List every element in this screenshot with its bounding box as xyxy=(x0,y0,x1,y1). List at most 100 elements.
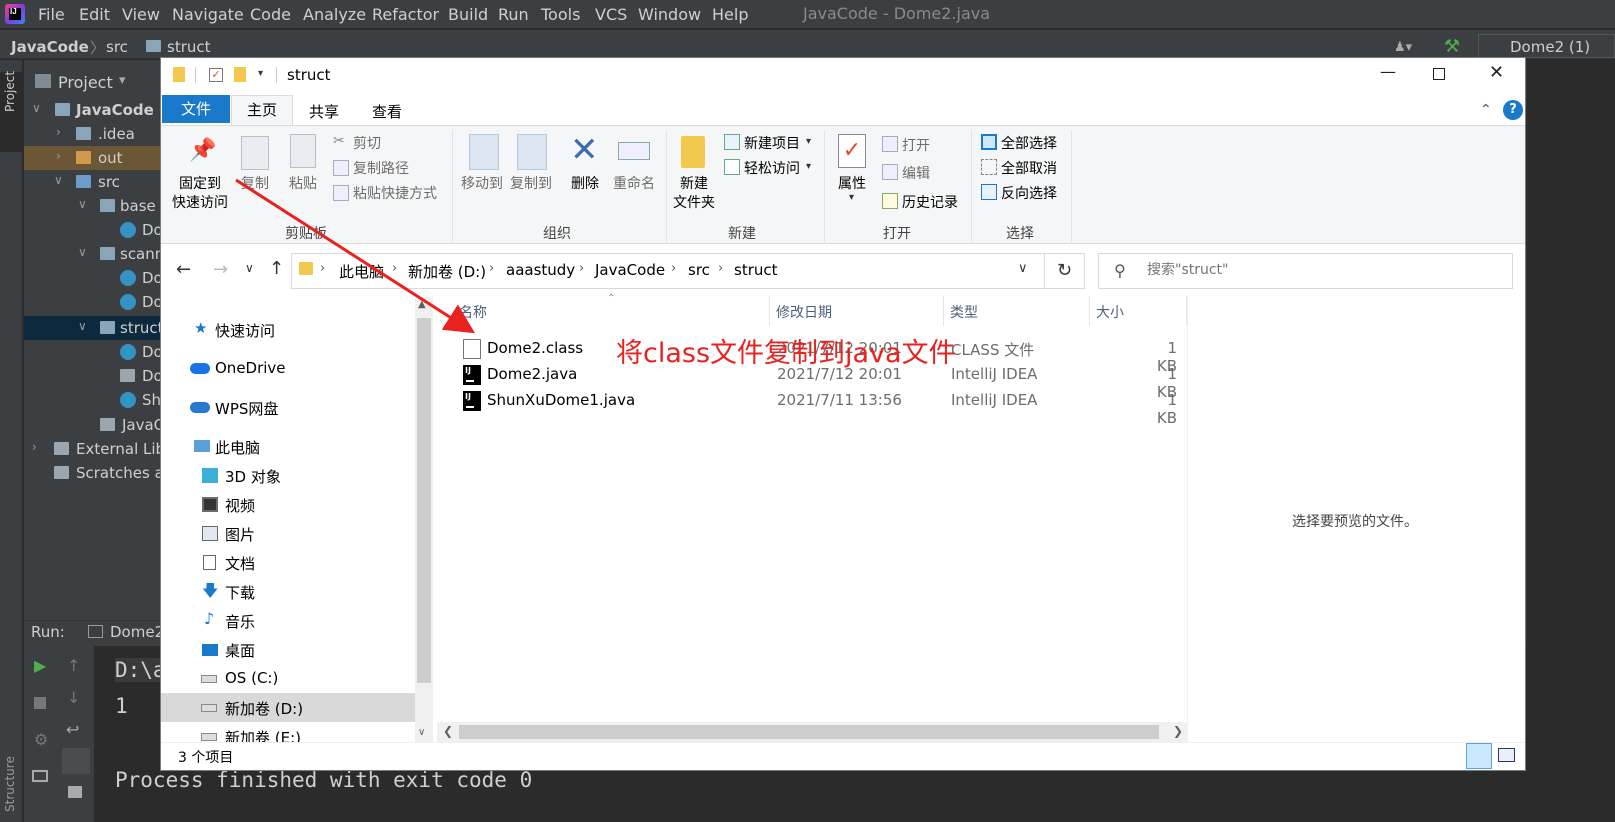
nav-drive-e[interactable]: 新加卷 (E:) xyxy=(161,722,415,742)
back-arrow-icon[interactable]: ← xyxy=(176,259,191,280)
nav-this-pc[interactable]: 此电脑 xyxy=(161,432,415,461)
nav-pictures[interactable]: 图片 xyxy=(161,519,415,548)
menu-code[interactable]: Code xyxy=(250,5,291,24)
tree-item-struct-class-1[interactable]: Do xyxy=(24,340,164,364)
nav-music[interactable]: ♪ 音乐 xyxy=(161,606,415,635)
menu-build[interactable]: Build xyxy=(448,5,488,24)
nav-documents[interactable]: 文档 xyxy=(161,548,415,577)
scroll-to-end-icon[interactable] xyxy=(62,748,90,774)
scroll-left-icon[interactable]: ❮ xyxy=(443,724,453,738)
tree-item-external-libraries[interactable]: › External Libr xyxy=(24,437,164,461)
copy-path-button[interactable]: 复制路径 xyxy=(353,158,409,178)
build-hammer-icon[interactable]: ⚒ xyxy=(1444,36,1460,57)
close-icon[interactable]: ✕ xyxy=(1489,62,1504,83)
breadcrumb-separator[interactable]: › xyxy=(579,261,584,276)
layout-icon[interactable] xyxy=(32,770,48,782)
chevron-down-icon[interactable]: ▾ xyxy=(806,136,811,147)
crumb-struct[interactable]: struct xyxy=(734,261,778,279)
tab-share[interactable]: 共享 xyxy=(309,101,339,122)
details-view-icon[interactable] xyxy=(1466,743,1492,769)
tree-item-struct-class-3[interactable]: Sh xyxy=(24,388,164,412)
tree-item-scanner-class-1[interactable]: Do xyxy=(24,266,164,290)
file-row[interactable]: IJ ShunXuDome1.java 2021/7/11 13:56 Inte… xyxy=(455,388,1185,427)
menu-window[interactable]: Window xyxy=(638,5,701,24)
menu-navigate[interactable]: Navigate xyxy=(172,5,244,24)
minimize-icon[interactable]: — xyxy=(1380,62,1396,81)
nav-wps-drive[interactable]: WPS网盘 xyxy=(161,393,415,422)
crumb-this-pc[interactable]: 此电脑 xyxy=(339,261,384,282)
tree-item-idea[interactable]: › .idea xyxy=(24,122,164,146)
tree-item-base-class[interactable]: Do xyxy=(24,218,164,242)
menu-tools[interactable]: Tools xyxy=(541,5,580,24)
chevron-down-icon[interactable]: ▾ xyxy=(806,161,811,172)
project-panel-title[interactable]: Project xyxy=(58,73,113,92)
select-none-button[interactable]: 全部取消 xyxy=(1001,158,1057,178)
menu-help[interactable]: Help xyxy=(712,5,748,24)
maximize-icon[interactable] xyxy=(1433,68,1445,80)
column-header-name[interactable]: 名称 xyxy=(459,302,487,322)
scroll-up-icon[interactable]: ▲ xyxy=(418,299,426,310)
copy-button[interactable]: 复制 xyxy=(237,175,273,194)
breadcrumb-struct[interactable]: struct xyxy=(167,38,211,56)
nav-3d-objects[interactable]: 3D 对象 xyxy=(161,461,415,490)
horizontal-scroll-thumb[interactable] xyxy=(459,725,1159,739)
search-input[interactable] xyxy=(1147,255,1507,285)
menu-vcs[interactable]: VCS xyxy=(595,5,627,24)
new-item-button[interactable]: 新建项目 xyxy=(744,133,800,153)
nav-desktop[interactable]: 桌面 xyxy=(161,635,415,664)
arrow-up-icon[interactable]: ↑ xyxy=(67,656,80,675)
select-all-button[interactable]: 全部选择 xyxy=(1001,133,1057,153)
customize-toolbar-icon[interactable]: ▾ xyxy=(258,68,263,79)
easy-access-button[interactable]: 轻松访问 xyxy=(744,158,800,178)
tab-file[interactable]: 文件 xyxy=(162,95,230,123)
new-folder-button[interactable]: 新建 文件夹 xyxy=(669,175,719,213)
tab-home[interactable]: 主页 xyxy=(231,95,293,126)
print-icon[interactable] xyxy=(68,786,82,798)
nav-downloads[interactable]: 🡇 下载 xyxy=(161,577,415,606)
arrow-down-icon[interactable]: ↓ xyxy=(67,688,80,707)
settings-icon[interactable]: ⚙ xyxy=(34,730,48,749)
invert-selection-button[interactable]: 反向选择 xyxy=(1001,183,1057,203)
breadcrumb-project[interactable]: JavaCode xyxy=(11,38,89,56)
menu-analyze[interactable]: Analyze xyxy=(303,5,366,24)
chevron-down-icon[interactable]: ▾ xyxy=(119,73,126,88)
tree-item-javacode[interactable]: ∨ JavaCode xyxy=(24,98,164,122)
delete-button[interactable]: 删除 xyxy=(565,175,605,194)
crumb-javacode[interactable]: JavaCode xyxy=(595,261,665,279)
menu-view[interactable]: View xyxy=(122,5,160,24)
cut-button[interactable]: 剪切 xyxy=(353,133,381,153)
tree-item-scratches[interactable]: Scratches ar xyxy=(24,461,164,485)
column-header-size[interactable]: 大小 xyxy=(1096,302,1124,322)
user-icon[interactable]: ♟▾ xyxy=(1394,40,1420,55)
menu-run[interactable]: Run xyxy=(498,5,529,24)
column-divider[interactable] xyxy=(1089,296,1090,326)
tree-item-struct[interactable]: ∨ struct xyxy=(24,316,164,340)
project-tool-tab[interactable]: Project xyxy=(0,71,23,152)
column-divider[interactable] xyxy=(769,296,770,326)
rename-button[interactable]: 重命名 xyxy=(609,175,659,194)
stop-icon[interactable] xyxy=(34,697,46,709)
large-icons-view-icon[interactable] xyxy=(1498,748,1515,762)
rerun-icon[interactable]: ▶ xyxy=(34,656,46,675)
address-bar[interactable] xyxy=(291,253,1045,289)
column-divider[interactable] xyxy=(943,296,944,326)
crumb-src[interactable]: src xyxy=(688,261,710,279)
scroll-down-icon[interactable]: ∨ xyxy=(418,727,425,738)
breadcrumb-separator[interactable]: › xyxy=(718,261,723,276)
breadcrumb-separator[interactable]: › xyxy=(392,261,397,276)
open-button[interactable]: 打开 xyxy=(902,135,930,155)
properties-check-icon[interactable]: ✓ xyxy=(209,68,223,82)
soft-wrap-icon[interactable]: ↩ xyxy=(66,720,79,739)
breadcrumb-separator[interactable]: › xyxy=(671,261,676,276)
tab-view[interactable]: 查看 xyxy=(372,101,402,122)
crumb-aaastudy[interactable]: aaastudy xyxy=(506,261,575,279)
chevron-down-icon[interactable]: ▾ xyxy=(849,192,854,203)
new-folder-icon[interactable] xyxy=(234,67,246,82)
nav-onedrive[interactable]: OneDrive xyxy=(161,354,415,383)
copy-to-button[interactable]: 复制到 xyxy=(506,175,556,194)
tree-item-iml[interactable]: JavaCode xyxy=(24,413,164,437)
paste-shortcut-button[interactable]: 粘贴快捷方式 xyxy=(353,183,437,203)
nav-drive-d[interactable]: 新加卷 (D:) xyxy=(161,693,415,722)
refresh-button[interactable]: ↻ xyxy=(1045,253,1085,289)
tree-item-struct-class-2[interactable]: Do xyxy=(24,364,164,388)
